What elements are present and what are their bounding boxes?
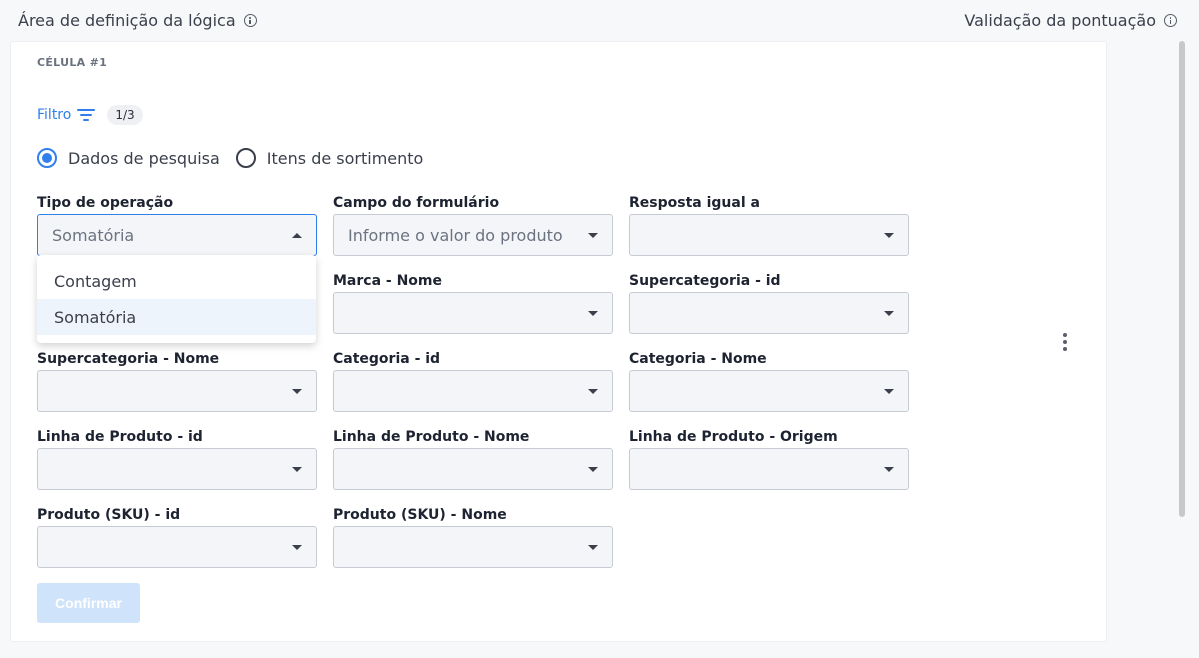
campo-formulario-select[interactable]: Informe o valor do produto	[333, 214, 613, 256]
resposta-igual-select[interactable]	[629, 214, 909, 256]
filter-icon[interactable]	[77, 108, 96, 122]
field-label: Marca - Nome	[333, 273, 443, 289]
field-produto-sku-nome: Produto (SKU) - Nome	[333, 507, 613, 568]
caret-up-icon	[292, 233, 302, 238]
logic-area-title: Área de definição da lógica	[18, 11, 257, 30]
scrollbar[interactable]	[1179, 41, 1187, 521]
produto-sku-id-select[interactable]	[37, 526, 317, 568]
field-linha-produto-id: Linha de Produto - id	[37, 429, 317, 490]
filter-count-badge: 1/3	[107, 105, 143, 125]
field-categoria-nome: Categoria - Nome	[629, 351, 909, 412]
dropdown-option-somatoria[interactable]: Somatória	[37, 299, 316, 335]
field-categoria-id: Categoria - id	[333, 351, 613, 412]
caret-down-icon	[588, 233, 598, 238]
more-options-icon[interactable]	[1062, 333, 1068, 351]
caret-down-icon	[588, 311, 598, 316]
field-label: Categoria - id	[333, 351, 441, 367]
produto-sku-nome-select[interactable]	[333, 526, 613, 568]
field-marca-nome: Marca - Nome	[333, 273, 613, 334]
caret-down-icon	[292, 389, 302, 394]
radio-itens-sortimento[interactable]: Itens de sortimento	[235, 148, 424, 168]
field-label: Linha de Produto - id	[37, 429, 203, 445]
caret-down-icon	[292, 545, 302, 550]
select-value: Somatória	[52, 225, 135, 245]
caret-down-icon	[588, 467, 598, 472]
categoria-nome-select[interactable]	[629, 370, 909, 412]
supercategoria-nome-select[interactable]	[37, 370, 317, 412]
field-linha-produto-nome: Linha de Produto - Nome	[333, 429, 613, 490]
data-source-radio-group: Dados de pesquisa Itens de sortimento	[37, 148, 439, 168]
field-label: Categoria - Nome	[629, 351, 767, 367]
caret-down-icon	[884, 233, 894, 238]
dropdown-option-contagem[interactable]: Contagem	[37, 263, 316, 299]
field-label: Tipo de operação	[37, 195, 174, 211]
scrollbar-thumb[interactable]	[1179, 41, 1185, 517]
caret-down-icon	[884, 389, 894, 394]
tipo-operacao-dropdown: Contagem Somatória	[37, 255, 316, 343]
field-produto-sku-id: Produto (SKU) - id	[37, 507, 317, 568]
field-linha-produto-origem: Linha de Produto - Origem	[629, 429, 909, 490]
field-supercategoria-nome: Supercategoria - Nome	[37, 351, 317, 412]
marca-nome-select[interactable]	[333, 292, 613, 334]
field-campo-formulario: Campo do formulário Informe o valor do p…	[333, 195, 613, 256]
radio-unchecked-icon[interactable]	[235, 148, 256, 168]
linha-produto-origem-select[interactable]	[629, 448, 909, 490]
radio-dados-pesquisa[interactable]: Dados de pesquisa	[37, 148, 220, 168]
caret-down-icon	[588, 545, 598, 550]
caret-down-icon	[884, 311, 894, 316]
filter-row: Filtro 1/3	[37, 105, 143, 125]
logic-cell-card: CÉLULA #1 Filtro 1/3 Dados de pesquisa I…	[10, 41, 1107, 642]
confirm-button[interactable]: Confirmar	[37, 583, 140, 623]
field-label: Produto (SKU) - id	[37, 507, 181, 523]
filter-link[interactable]: Filtro	[37, 107, 71, 123]
radio-label: Dados de pesquisa	[68, 148, 220, 168]
caret-down-icon	[884, 467, 894, 472]
field-label: Linha de Produto - Origem	[629, 429, 838, 445]
caret-down-icon	[292, 467, 302, 472]
score-validation-title: Validação da pontuação	[964, 11, 1177, 30]
field-label: Produto (SKU) - Nome	[333, 507, 507, 523]
caret-down-icon	[588, 389, 598, 394]
field-label: Supercategoria - id	[629, 273, 781, 289]
field-label: Resposta igual a	[629, 195, 760, 211]
linha-produto-id-select[interactable]	[37, 448, 317, 490]
logic-area-title-text: Área de definição da lógica	[18, 11, 236, 30]
linha-produto-nome-select[interactable]	[333, 448, 613, 490]
field-tipo-operacao: Tipo de operação Somatória	[37, 195, 317, 256]
info-icon[interactable]	[243, 14, 257, 27]
field-label: Campo do formulário	[333, 195, 500, 211]
supercategoria-id-select[interactable]	[629, 292, 909, 334]
cell-label: CÉLULA #1	[37, 56, 108, 69]
field-label: Supercategoria - Nome	[37, 351, 220, 367]
categoria-id-select[interactable]	[333, 370, 613, 412]
score-validation-title-text: Validação da pontuação	[964, 11, 1156, 30]
info-icon[interactable]	[1164, 14, 1177, 27]
field-supercategoria-id: Supercategoria - id	[629, 273, 909, 334]
select-placeholder: Informe o valor do produto	[348, 225, 563, 245]
tipo-operacao-select[interactable]: Somatória	[37, 214, 317, 256]
radio-checked-icon[interactable]	[37, 148, 57, 168]
field-resposta-igual: Resposta igual a	[629, 195, 909, 256]
radio-label: Itens de sortimento	[266, 148, 424, 168]
field-label: Linha de Produto - Nome	[333, 429, 530, 445]
